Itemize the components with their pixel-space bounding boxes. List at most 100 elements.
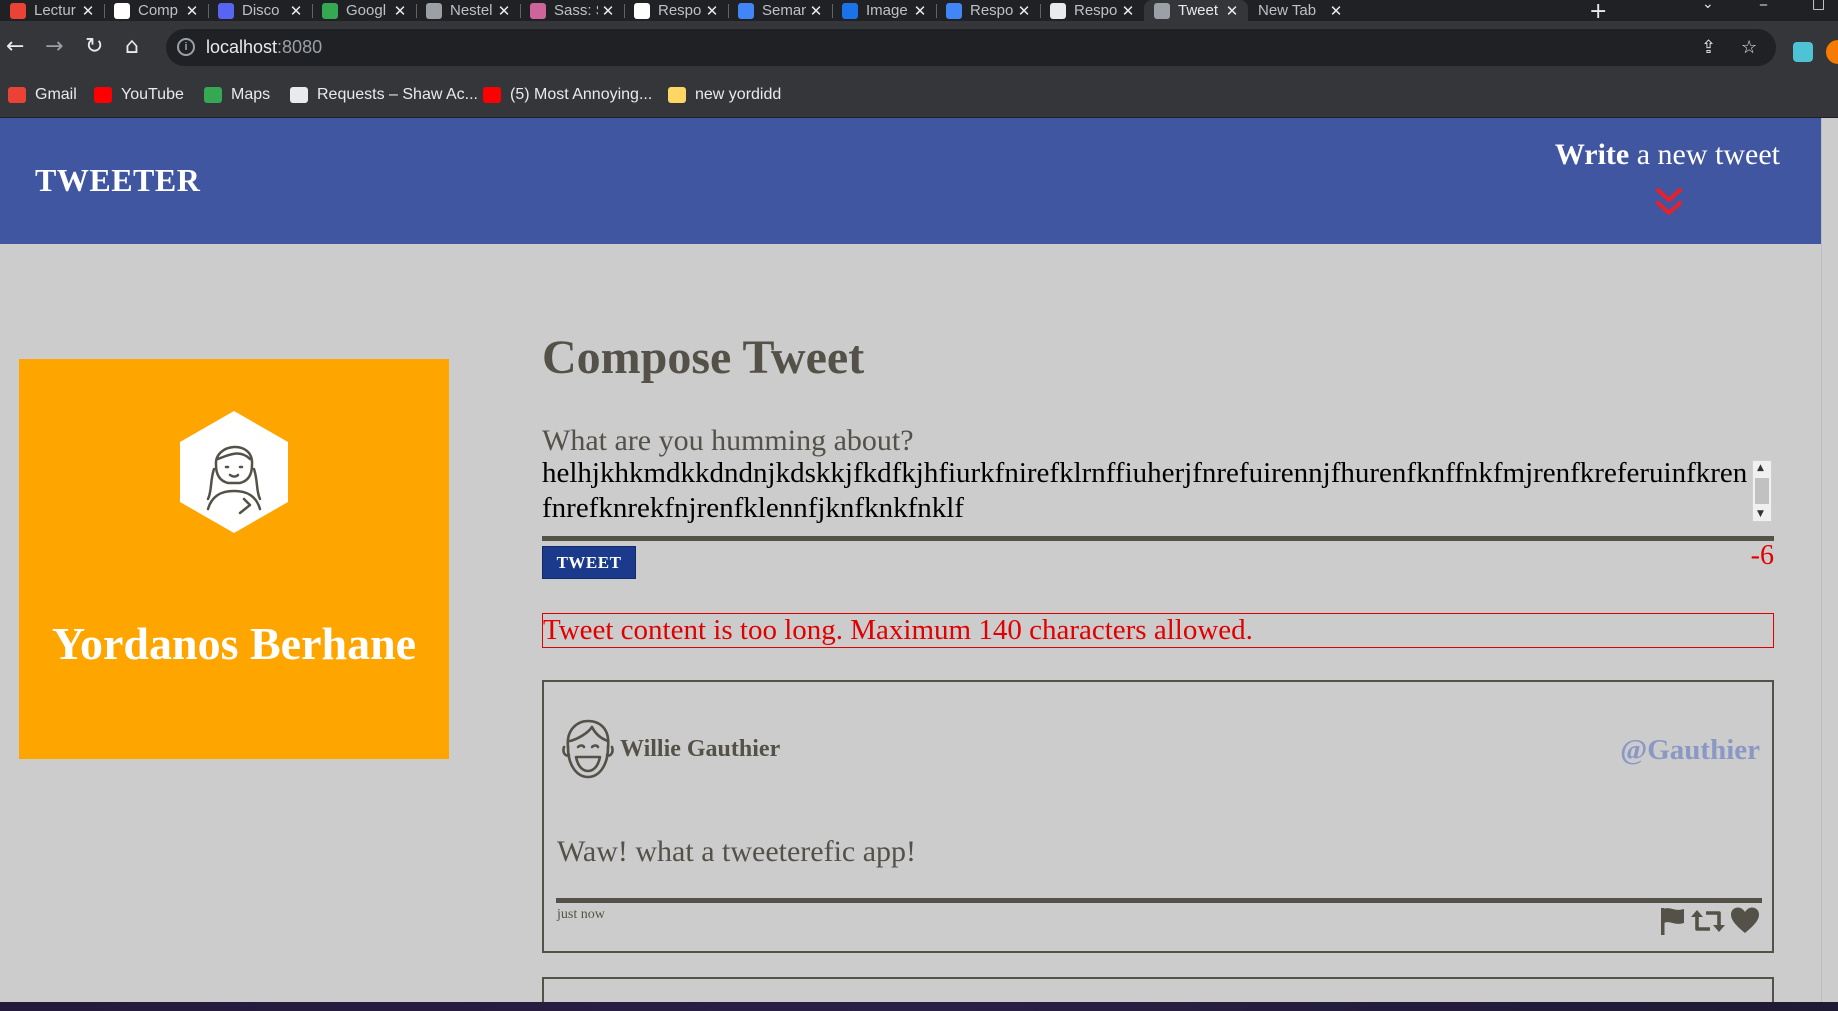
tweet-divider: [556, 898, 1762, 903]
browser-toolbar: ← → ↻ ⌂ i localhost:8080 ⇪ ☆: [0, 21, 1838, 74]
scroll-down-arrow-icon[interactable]: ▼: [1757, 509, 1764, 519]
scroll-up-arrow-icon[interactable]: ▲: [1757, 463, 1764, 473]
browser-tab[interactable]: Respo ✕: [1040, 0, 1144, 21]
close-tab-icon[interactable]: ✕: [806, 2, 826, 20]
os-taskbar: [0, 1002, 1838, 1011]
browser-tab[interactable]: Nestel ✕: [416, 0, 520, 21]
page-viewport: TWEETER Write a new tweet Yordanos Berha…: [0, 118, 1838, 1002]
close-tab-icon[interactable]: ✕: [494, 2, 514, 20]
browser-tab[interactable]: New Tab ✕: [1248, 0, 1352, 21]
tab-favicon-icon: [634, 2, 650, 19]
browser-tab[interactable]: Lectur ✕: [0, 0, 104, 21]
tab-title: Lectur: [34, 2, 76, 19]
bookmark-item[interactable]: YouTube: [94, 86, 184, 104]
address-bar[interactable]: i localhost:8080 ⇪ ☆: [166, 29, 1776, 66]
tweet-body: Waw! what a tweeterefic app!: [557, 835, 917, 868]
tab-title: Comp: [138, 2, 179, 19]
bookmark-item[interactable]: new yordidd: [668, 86, 781, 104]
bookmark-star-icon[interactable]: ☆: [1741, 37, 1757, 58]
browser-tab[interactable]: Seman ✕: [728, 0, 832, 21]
close-tab-icon[interactable]: ✕: [78, 2, 98, 20]
profile-name: Yordanos Berhane: [51, 618, 417, 669]
close-tab-icon[interactable]: ✕: [286, 2, 306, 20]
tweet-card: Willie Gauthier @Gauthier Waw! what a tw…: [542, 680, 1774, 953]
bookmark-item[interactable]: (5) Most Annoying...: [483, 86, 652, 104]
close-tab-icon[interactable]: ✕: [390, 2, 410, 20]
textarea-scrollbar[interactable]: ▲ ▼: [1752, 460, 1772, 522]
tweet-author-name: Willie Gauthier: [620, 736, 781, 762]
browser-tab[interactable]: Respo ✕: [624, 0, 728, 21]
tab-title: Respo: [658, 2, 702, 19]
tab-separator: [520, 4, 521, 18]
bookmark-label: Maps: [231, 86, 271, 103]
tweet-button[interactable]: TWEET: [542, 546, 636, 579]
close-tab-icon[interactable]: ✕: [910, 2, 930, 20]
bookmark-favicon-icon: [668, 87, 686, 103]
write-new-tweet-link[interactable]: Write a new tweet: [1555, 138, 1780, 172]
double-chevron-down-icon[interactable]: [1654, 186, 1684, 220]
close-tab-icon[interactable]: ✕: [1222, 2, 1242, 20]
close-tab-icon[interactable]: ✕: [182, 2, 202, 20]
bookmark-label: (5) Most Annoying...: [510, 86, 653, 103]
tab-title: Tweet: [1178, 2, 1219, 19]
bookmark-item[interactable]: Requests – Shaw Ac...: [290, 86, 478, 104]
tab-separator: [208, 4, 209, 18]
tab-title: Disco: [242, 2, 280, 19]
browser-tab[interactable]: Googl ✕: [312, 0, 416, 21]
compose-title: Compose Tweet: [542, 331, 865, 384]
bookmark-favicon-icon: [290, 87, 308, 103]
close-tab-icon[interactable]: ✕: [702, 2, 722, 20]
tab-separator: [416, 4, 417, 18]
tab-title: Sass: S: [554, 2, 598, 19]
home-icon[interactable]: ⌂: [125, 33, 139, 61]
retweet-icon[interactable]: [1690, 906, 1726, 936]
character-counter: -6: [1750, 540, 1774, 571]
bookmark-favicon-icon: [483, 87, 501, 103]
minimize-window-icon[interactable]: _: [1760, 0, 1767, 6]
url-text[interactable]: localhost:8080: [206, 37, 322, 58]
close-tab-icon[interactable]: ✕: [598, 2, 618, 20]
bookmark-favicon-icon: [8, 87, 26, 103]
tab-separator: [1040, 4, 1041, 18]
browser-tab[interactable]: Sass: S✕: [520, 0, 624, 21]
heart-icon[interactable]: [1730, 906, 1760, 936]
maximize-window-icon[interactable]: □: [1812, 0, 1825, 12]
site-info-icon[interactable]: i: [177, 38, 195, 56]
profile-card: Yordanos Berhane: [19, 359, 449, 759]
back-arrow-icon[interactable]: ←: [6, 33, 24, 61]
bookmark-favicon-icon: [204, 87, 222, 103]
extension-icon[interactable]: [1793, 42, 1813, 62]
bookmark-item[interactable]: Gmail: [8, 86, 77, 104]
page-scrollbar[interactable]: [1821, 118, 1838, 1002]
tab-favicon-icon: [946, 2, 962, 19]
tab-favicon-icon: [842, 2, 858, 19]
browser-tab[interactable]: Comp ✕: [104, 0, 208, 21]
close-tab-icon[interactable]: ✕: [1118, 2, 1138, 20]
tweet-textarea[interactable]: helhjkhkmdkkdndnjkdskkjfkdfkjhfiurkfnire…: [542, 456, 1772, 526]
write-label-bold: Write: [1554, 138, 1630, 171]
browser-tab[interactable]: Image ✕: [832, 0, 936, 21]
forward-arrow-icon[interactable]: →: [45, 33, 63, 61]
close-tab-icon[interactable]: ✕: [1014, 2, 1034, 20]
error-message: Tweet content is too long. Maximum 140 c…: [542, 613, 1774, 648]
tab-separator: [832, 4, 833, 18]
tab-title: Nestel: [450, 2, 493, 19]
tab-title: Respo: [1074, 2, 1118, 19]
browser-tab[interactable]: Disco ✕: [208, 0, 312, 21]
tab-separator: [728, 4, 729, 18]
bookmark-item[interactable]: Maps: [204, 86, 270, 104]
reload-icon[interactable]: ↻: [85, 33, 103, 61]
tab-separator: [624, 4, 625, 18]
brand-logo[interactable]: TWEETER: [35, 162, 200, 199]
browser-tab[interactable]: Tweet ✕: [1144, 0, 1248, 21]
flag-icon[interactable]: [1658, 906, 1686, 936]
browser-tab[interactable]: Respo ✕: [936, 0, 1040, 21]
tab-separator: [104, 4, 105, 18]
close-tab-icon[interactable]: ✕: [1326, 2, 1346, 20]
share-icon[interactable]: ⇪: [1701, 37, 1716, 58]
tab-title: Respo: [970, 2, 1014, 19]
tab-search-icon[interactable]: ⌄: [1702, 0, 1714, 12]
tab-favicon-icon: [426, 2, 442, 19]
scroll-thumb[interactable]: [1755, 478, 1769, 504]
tab-favicon-icon: [322, 2, 338, 19]
